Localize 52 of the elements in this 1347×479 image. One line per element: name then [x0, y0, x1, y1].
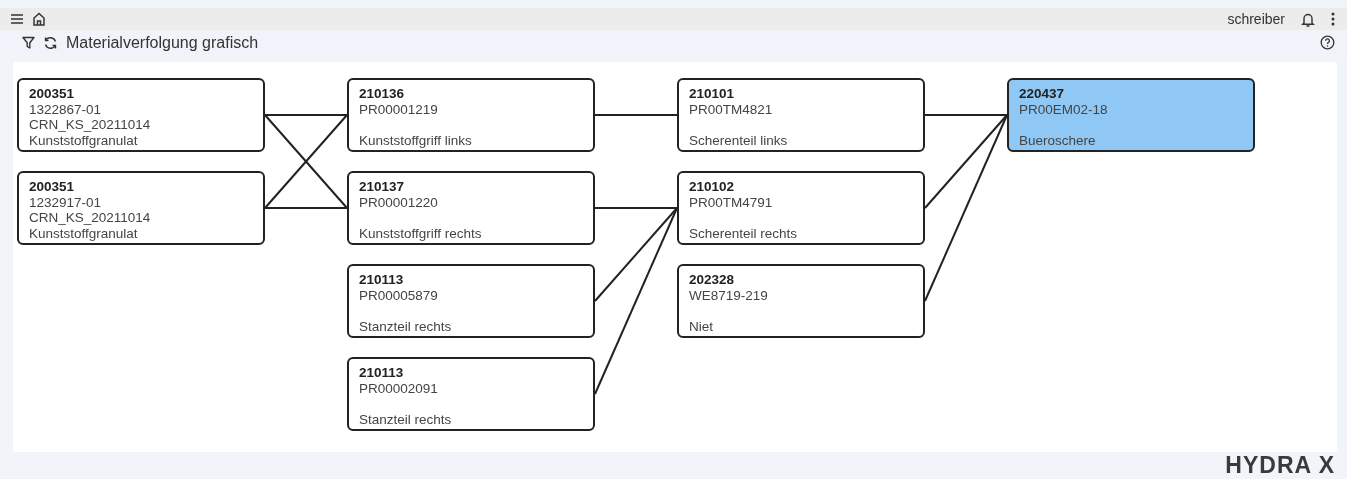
node-id: 210102 [689, 179, 736, 195]
node-card[interactable]: 210136 PR00001219 Kunststoffgriff links [347, 78, 595, 152]
refresh-icon[interactable] [43, 35, 58, 50]
logo: HYDRA X [1225, 454, 1335, 477]
node-id: 200351 [29, 86, 76, 102]
node-description: Kunststoffgriff rechts [359, 225, 483, 241]
node-code: PR00001220 [359, 194, 439, 210]
node-description: Stanzteil rechts [359, 411, 453, 427]
node-card[interactable]: 220437 PR00EM02-18 Bueroschere [1007, 78, 1255, 152]
bell-icon[interactable] [1301, 11, 1315, 27]
node-batch: CRN_KS_20211014 [29, 210, 152, 226]
node-description: Scherenteil rechts [689, 225, 799, 241]
node-card[interactable]: 200351 1322867-01 CRN_KS_20211014 Kunststoffgranulat [17, 78, 265, 152]
node-code: 1322867-01 [29, 101, 103, 117]
node-description: Kunststoffgranulat [29, 132, 139, 148]
node-code: PR00001219 [359, 101, 439, 117]
node-description: Kunststoffgriff links [359, 132, 473, 148]
node-id: 210113 [359, 365, 405, 381]
node-code: PR00005879 [359, 287, 439, 303]
node-description: Kunststoffgranulat [29, 225, 139, 241]
node-card[interactable]: 210113 PR00005879 Stanzteil rechts [347, 264, 595, 338]
node-description: Bueroschere [1019, 132, 1097, 148]
node-card[interactable]: 210137 PR00001220 Kunststoffgriff rechts [347, 171, 595, 245]
node-code: PR00EM02-18 [1019, 101, 1109, 117]
node-id: 210137 [359, 179, 406, 195]
node-code: PR00002091 [359, 380, 439, 396]
node-id: 200351 [29, 179, 76, 195]
help-icon[interactable] [1320, 35, 1335, 50]
node-code: 1232917-01 [29, 194, 103, 210]
node-batch: CRN_KS_20211014 [29, 117, 152, 133]
node-id: 210101 [689, 86, 736, 102]
page-title: Materialverfolgung grafisch [66, 32, 259, 53]
node-description: Stanzteil rechts [359, 318, 453, 334]
menu-icon[interactable] [10, 13, 24, 25]
node-code: WE8719-219 [689, 287, 769, 303]
node-id: 210136 [359, 86, 406, 102]
node-id: 210113 [359, 272, 405, 288]
node-card[interactable]: 200351 1232917-01 CRN_KS_20211014 Kunststoffgranulat [17, 171, 265, 245]
node-card[interactable]: 210101 PR00TM4821 Scherenteil links [677, 78, 925, 152]
node-code: PR00TM4821 [689, 101, 774, 117]
filter-icon[interactable] [22, 36, 35, 49]
more-icon[interactable] [1331, 12, 1335, 26]
home-icon[interactable] [32, 12, 46, 26]
node-code: PR00TM4791 [689, 194, 774, 210]
node-id: 202328 [689, 272, 736, 288]
node-card[interactable]: 210102 PR00TM4791 Scherenteil rechts [677, 171, 925, 245]
node-description: Scherenteil links [689, 132, 789, 148]
user-name[interactable]: schreiber [1227, 8, 1285, 30]
node-id: 220437 [1019, 86, 1066, 102]
node-card[interactable]: 202328 WE8719-219 Niet [677, 264, 925, 338]
node-description: Niet [689, 318, 714, 334]
node-card[interactable]: 210113 PR00002091 Stanzteil rechts [347, 357, 595, 431]
